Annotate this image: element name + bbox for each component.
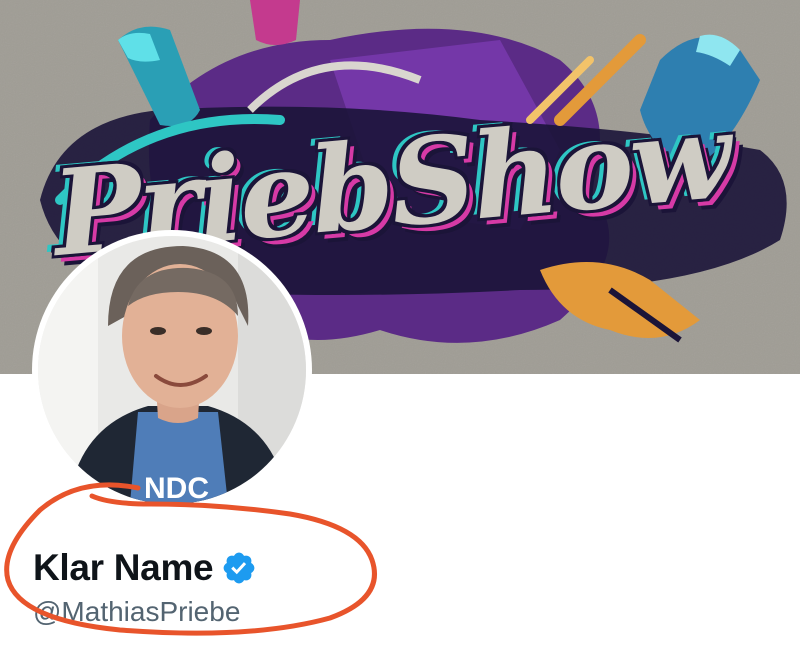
avatar[interactable]: NDC <box>32 230 312 510</box>
verified-badge-icon[interactable] <box>221 550 257 586</box>
profile-handle[interactable]: @MathiasPriebe <box>33 596 240 628</box>
profile-name-row: Klar Name <box>33 546 257 590</box>
bottle-top-icon <box>250 0 300 45</box>
display-name: Klar Name <box>33 547 214 588</box>
avatar-photo: NDC <box>38 236 306 504</box>
shirt-text: NDC <box>144 472 209 504</box>
